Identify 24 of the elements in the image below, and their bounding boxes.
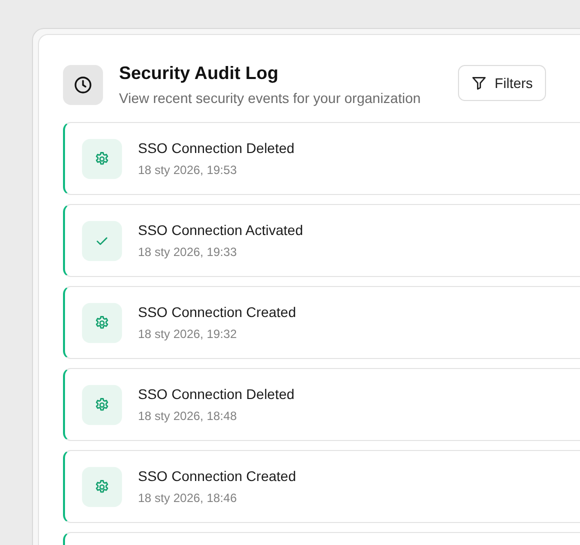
event-time: 18 sty 2026, 18:46 — [138, 490, 238, 506]
event-row[interactable]: SSO Connection Created 18 sty 2026, 19:32 — [63, 286, 580, 359]
event-title: SSO Connection Created — [138, 302, 296, 320]
event-title: SSO Connection Deleted — [138, 138, 294, 156]
event-time: 18 sty 2026, 19:32 — [138, 326, 238, 342]
log-subtitle: View recent security events for your organization — [119, 89, 421, 108]
event-row[interactable]: SSO Connection Created 18 sty 2026, 18:46 — [63, 450, 580, 523]
event-row[interactable]: SSO Connection Deleted 18 sty 2026, 18:48 — [63, 368, 580, 441]
filter-icon — [470, 75, 487, 91]
event-row[interactable]: SSO Connection Activated 18 sty 2026, 19:33 — [63, 204, 580, 277]
filters-button[interactable]: Filters — [458, 65, 546, 101]
event-time: 18 sty 2026, 19:53 — [138, 162, 238, 178]
gear-icon — [94, 396, 110, 412]
event-title: SSO Connection Deleted — [138, 384, 294, 402]
event-time: 18 sty 2026, 19:33 — [138, 244, 238, 260]
gear-icon — [94, 478, 110, 494]
event-title: SSO Connection Created — [138, 466, 296, 484]
gear-icon — [94, 314, 110, 330]
log-title: Security Audit Log — [119, 62, 280, 84]
event-time: 18 sty 2026, 18:48 — [138, 408, 238, 424]
gear-icon — [94, 150, 110, 166]
clock-icon — [73, 75, 93, 95]
event-title: SSO Connection Activated — [138, 220, 303, 238]
event-row[interactable]: SSO Connection Deleted 18 sty 2026, 19:53 — [63, 122, 580, 195]
